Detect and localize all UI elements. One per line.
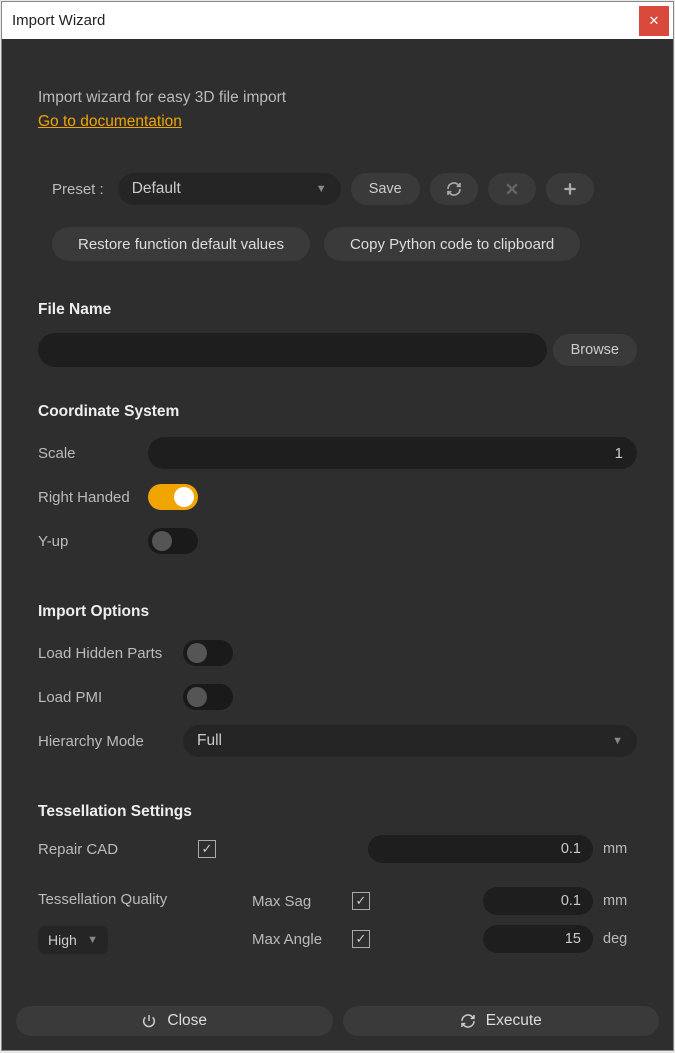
plus-icon — [563, 182, 577, 196]
save-preset-label: Save — [369, 181, 402, 197]
max-sag-label: Max Sag — [252, 893, 342, 910]
power-icon — [141, 1013, 157, 1029]
import-options-heading: Import Options — [38, 603, 637, 621]
coord-heading: Coordinate System — [38, 403, 637, 421]
tess-params: Max Sag ✓ mm Max Angle ✓ deg — [252, 887, 637, 963]
chevron-down-icon: ▼ — [612, 735, 623, 747]
preset-row: Preset : Default ▼ Save — [52, 173, 637, 205]
close-button[interactable]: Close — [16, 1006, 333, 1036]
close-icon: ✕ — [649, 13, 660, 29]
window-close-button[interactable]: ✕ — [639, 6, 669, 36]
scale-row: Scale — [38, 435, 637, 471]
hierarchy-label: Hierarchy Mode — [38, 733, 183, 750]
right-handed-row: Right Handed — [38, 479, 637, 515]
check-icon: ✓ — [202, 841, 213, 857]
execute-label: Execute — [486, 1012, 542, 1030]
copy-python-label: Copy Python code to clipboard — [350, 236, 554, 253]
preset-select[interactable]: Default ▼ — [118, 173, 341, 205]
yup-label: Y-up — [38, 533, 148, 550]
repair-cad-checkbox[interactable]: ✓ — [198, 840, 216, 858]
scale-label: Scale — [38, 445, 148, 462]
file-name-heading: File Name — [38, 301, 637, 319]
load-pmi-toggle[interactable] — [183, 684, 233, 710]
tessellation-heading: Tessellation Settings — [38, 803, 637, 821]
toggle-knob — [187, 687, 207, 707]
tess-quality-value: High — [48, 932, 77, 948]
yup-toggle[interactable] — [148, 528, 198, 554]
hierarchy-row: Hierarchy Mode Full ▼ — [38, 723, 637, 759]
documentation-link[interactable]: Go to documentation — [38, 113, 637, 131]
max-sag-unit: mm — [603, 893, 637, 909]
execute-button[interactable]: Execute — [343, 1006, 660, 1036]
yup-row: Y-up — [38, 523, 637, 559]
tess-quality-select[interactable]: High ▼ — [38, 926, 108, 954]
right-handed-label: Right Handed — [38, 489, 148, 506]
chevron-down-icon: ▼ — [316, 183, 327, 195]
repair-cad-value-input[interactable] — [368, 835, 593, 863]
action-buttons-row: Restore function default values Copy Pyt… — [52, 227, 637, 261]
preset-value: Default — [132, 180, 181, 198]
add-preset-button[interactable] — [546, 173, 594, 205]
hierarchy-value: Full — [197, 732, 222, 750]
max-sag-checkbox[interactable]: ✓ — [352, 892, 370, 910]
footer: Close Execute — [2, 996, 673, 1050]
load-pmi-label: Load PMI — [38, 689, 183, 706]
import-wizard-window: Import Wizard ✕ Import wizard for easy 3… — [1, 1, 674, 1051]
save-preset-button[interactable]: Save — [351, 173, 420, 205]
chevron-down-icon: ▼ — [87, 934, 98, 946]
toggle-knob — [152, 531, 172, 551]
right-handed-toggle[interactable] — [148, 484, 198, 510]
content-area: Import wizard for easy 3D file import Go… — [2, 39, 673, 996]
file-name-input[interactable] — [38, 333, 547, 367]
repair-cad-label: Repair CAD — [38, 841, 138, 858]
copy-python-button[interactable]: Copy Python code to clipboard — [324, 227, 580, 261]
toggle-knob — [174, 487, 194, 507]
toggle-knob — [187, 643, 207, 663]
max-angle-checkbox[interactable]: ✓ — [352, 930, 370, 948]
max-angle-row: Max Angle ✓ deg — [252, 925, 637, 953]
close-label: Close — [167, 1012, 207, 1030]
load-pmi-row: Load PMI — [38, 679, 637, 715]
tess-quality-block: Tessellation Quality High ▼ — [38, 887, 188, 954]
check-icon: ✓ — [356, 931, 367, 947]
repair-cad-row: Repair CAD ✓ mm — [38, 835, 637, 863]
refresh-icon — [460, 1013, 476, 1029]
restore-defaults-button[interactable]: Restore function default values — [52, 227, 310, 261]
check-icon: ✓ — [356, 893, 367, 909]
intro-text: Import wizard for easy 3D file import — [38, 89, 637, 107]
tess-quality-label: Tessellation Quality — [38, 891, 167, 908]
refresh-icon — [446, 181, 462, 197]
browse-button[interactable]: Browse — [553, 334, 637, 366]
preset-label: Preset : — [52, 181, 104, 198]
max-sag-row: Max Sag ✓ mm — [252, 887, 637, 915]
delete-preset-button[interactable] — [488, 173, 536, 205]
x-icon — [505, 182, 519, 196]
max-sag-input[interactable] — [483, 887, 593, 915]
browse-label: Browse — [571, 342, 619, 358]
window-title: Import Wizard — [12, 12, 105, 29]
max-angle-label: Max Angle — [252, 931, 342, 948]
max-angle-input[interactable] — [483, 925, 593, 953]
file-name-row: Browse — [38, 333, 637, 367]
load-hidden-row: Load Hidden Parts — [38, 635, 637, 671]
scale-input[interactable] — [148, 437, 637, 469]
tessellation-quality-row: Tessellation Quality High ▼ Max Sag ✓ mm… — [38, 887, 637, 963]
load-hidden-toggle[interactable] — [183, 640, 233, 666]
max-angle-unit: deg — [603, 931, 637, 947]
hierarchy-select[interactable]: Full ▼ — [183, 725, 637, 757]
repair-cad-unit: mm — [603, 841, 637, 857]
restore-defaults-label: Restore function default values — [78, 236, 284, 253]
load-hidden-label: Load Hidden Parts — [38, 645, 183, 662]
refresh-preset-button[interactable] — [430, 173, 478, 205]
titlebar: Import Wizard ✕ — [2, 2, 673, 39]
